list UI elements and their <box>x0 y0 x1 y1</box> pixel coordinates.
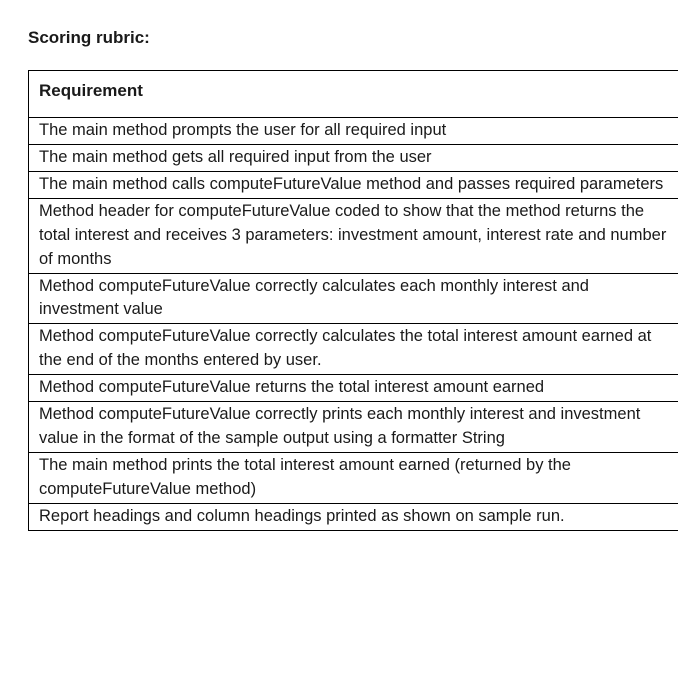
table-row: Method computeFutureValue correctly calc… <box>29 324 679 375</box>
table-row: The main method calls computeFutureValue… <box>29 171 679 198</box>
table-row: Report headings and column headings prin… <box>29 503 679 530</box>
table-row: The main method gets all required input … <box>29 144 679 171</box>
rubric-title: Scoring rubric: <box>28 28 688 48</box>
table-row: Method computeFutureValue correctly prin… <box>29 402 679 453</box>
table-row: Method computeFutureValue returns the to… <box>29 375 679 402</box>
table-row: Method computeFutureValue correctly calc… <box>29 273 679 324</box>
rubric-table: Requirement The main method prompts the … <box>28 70 678 531</box>
table-row: Method header for computeFutureValue cod… <box>29 198 679 273</box>
table-row: The main method prints the total interes… <box>29 452 679 503</box>
table-header-requirement: Requirement <box>29 71 679 118</box>
table-row: The main method prompts the user for all… <box>29 118 679 145</box>
